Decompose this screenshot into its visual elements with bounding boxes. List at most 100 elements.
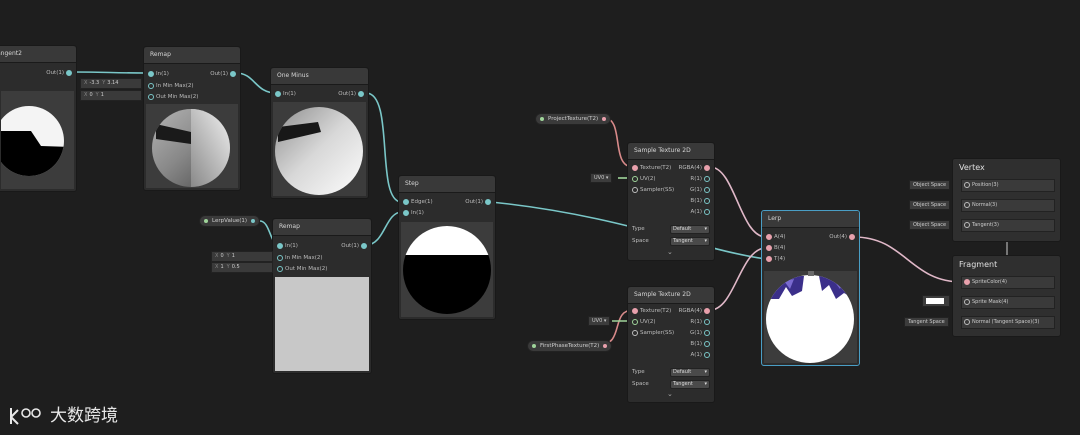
- x-value[interactable]: -3.3: [89, 80, 99, 86]
- input-port-uv[interactable]: UV(2): [630, 174, 656, 184]
- port-pin[interactable]: [403, 198, 409, 205]
- output-port-b[interactable]: B(1): [690, 196, 712, 206]
- port-pin[interactable]: [766, 255, 772, 262]
- remap-out-min-max-field[interactable]: X0Y1: [80, 90, 142, 101]
- vertex-slot-normal[interactable]: Normal(3): [961, 199, 1055, 212]
- output-port-g[interactable]: G(1): [690, 185, 712, 195]
- input-port-in-min-max[interactable]: In Min Max(2): [146, 81, 194, 91]
- output-port-rgba[interactable]: RGBA(4): [679, 306, 712, 316]
- uv-channel-dropdown-2[interactable]: UV0 ▾: [588, 316, 611, 326]
- x-value[interactable]: 1: [220, 264, 223, 270]
- port-pin[interactable]: [632, 307, 638, 314]
- port-pin[interactable]: [403, 209, 409, 216]
- one-minus-node[interactable]: One Minus In(1) Out(1): [270, 67, 369, 199]
- fragment-normal-space[interactable]: Tangent Space: [904, 317, 949, 327]
- input-port-in[interactable]: In(1): [273, 89, 296, 99]
- port-pin[interactable]: [704, 340, 710, 347]
- output-port[interactable]: Out(1): [210, 69, 238, 79]
- port-pin[interactable]: [766, 233, 772, 240]
- first-phase-texture-property[interactable]: FirstPhaseTexture(T2): [527, 340, 613, 352]
- output-port-r[interactable]: R(1): [690, 174, 712, 184]
- input-port-t[interactable]: T(4): [764, 254, 785, 264]
- fragment-slot-sprite-mask[interactable]: Sprite Mask(4): [961, 296, 1055, 309]
- port-pin[interactable]: [632, 318, 638, 325]
- port-pin[interactable]: [632, 186, 638, 193]
- port-pin[interactable]: [964, 221, 970, 228]
- vertex-position-space[interactable]: Object Space: [909, 180, 951, 190]
- lerp-node[interactable]: Lerp A(4) B(4) T(4) Out(4): [761, 210, 860, 366]
- output-port-rgba[interactable]: RGBA(4): [679, 163, 712, 173]
- remap-node[interactable]: Remap In(1) In Min Max(2) Out Min Max(2)…: [143, 46, 241, 191]
- y-value[interactable]: 1: [101, 92, 104, 98]
- input-port-in[interactable]: In(1): [275, 241, 298, 251]
- port-pin[interactable]: [849, 233, 855, 240]
- input-port-texture[interactable]: Texture(T2): [630, 163, 671, 173]
- property-output-pin[interactable]: [602, 117, 607, 121]
- input-port-in[interactable]: In(1): [401, 208, 424, 218]
- space-dropdown[interactable]: Tangent ▾: [670, 380, 710, 389]
- fragment-context[interactable]: Fragment SpriteColor(4) Sprite Mask(4) N…: [952, 255, 1061, 337]
- port-pin[interactable]: [230, 70, 236, 77]
- port-pin[interactable]: [704, 329, 710, 336]
- lerp-value-property[interactable]: LerpValue(1): [199, 215, 260, 227]
- property-output-pin[interactable]: [603, 344, 608, 348]
- type-dropdown[interactable]: Default ▾: [670, 368, 710, 377]
- y-value[interactable]: 3.14: [107, 80, 118, 86]
- output-port[interactable]: Out(4): [829, 232, 857, 242]
- output-port-a[interactable]: A(1): [690, 350, 712, 360]
- space-dropdown[interactable]: Tangent ▾: [670, 237, 710, 246]
- port-pin[interactable]: [964, 278, 970, 285]
- input-port-out-min-max[interactable]: Out Min Max(2): [146, 92, 198, 102]
- output-port[interactable]: Out(1): [465, 197, 493, 207]
- input-port-a[interactable]: A(4): [764, 232, 786, 242]
- port-pin[interactable]: [632, 164, 638, 171]
- remap2-out-min-max-field[interactable]: X 1 Y 0.5: [211, 262, 273, 273]
- x-value[interactable]: 0: [220, 253, 223, 259]
- port-pin[interactable]: [148, 82, 154, 89]
- fragment-slot-normal[interactable]: Normal (Tangent Space)(3): [961, 316, 1055, 329]
- remap-node-2[interactable]: Remap In(1) In Min Max(2) Out Min Max(2)…: [272, 218, 372, 374]
- input-port-edge[interactable]: Edge(1): [401, 197, 433, 207]
- port-pin[interactable]: [485, 198, 491, 205]
- output-port-g[interactable]: G(1): [690, 328, 712, 338]
- vertex-context[interactable]: Vertex Position(3) Normal(3) Tangent(3): [952, 158, 1061, 242]
- collapse-chevron-icon[interactable]: ⌄: [667, 248, 673, 256]
- input-port-uv[interactable]: UV(2): [630, 317, 656, 327]
- port-pin[interactable]: [704, 186, 710, 193]
- port-pin[interactable]: [964, 318, 970, 325]
- port-pin[interactable]: [964, 298, 970, 305]
- port-pin[interactable]: [704, 208, 710, 215]
- port-pin[interactable]: [704, 318, 710, 325]
- port-pin[interactable]: [361, 242, 367, 249]
- output-port[interactable]: Out(1): [338, 89, 366, 99]
- vertex-slot-position[interactable]: Position(3): [961, 179, 1055, 192]
- vertex-normal-space[interactable]: Object Space: [909, 200, 951, 210]
- input-port-texture[interactable]: Texture(T2): [630, 306, 671, 316]
- port-pin[interactable]: [704, 175, 710, 182]
- input-port-in[interactable]: In(1): [146, 69, 169, 79]
- remap2-in-min-max-field[interactable]: X0Y1: [211, 251, 273, 262]
- port-pin[interactable]: [277, 242, 283, 249]
- input-port-in-min-max[interactable]: In Min Max(2): [275, 253, 323, 263]
- port-pin[interactable]: [632, 175, 638, 182]
- vertex-tangent-space[interactable]: Object Space: [909, 220, 951, 230]
- collapse-chevron-icon[interactable]: ⌄: [667, 390, 673, 398]
- port-pin[interactable]: [964, 201, 970, 208]
- input-port-out-min-max[interactable]: Out Min Max(2): [275, 264, 327, 274]
- output-port-b[interactable]: B(1): [690, 339, 712, 349]
- sample-texture-2d-node[interactable]: Sample Texture 2D Texture(T2) UV(2) Samp…: [627, 142, 715, 261]
- port-pin[interactable]: [358, 90, 364, 97]
- sample-texture-2d-node-2[interactable]: Sample Texture 2D Texture(T2) UV(2) Samp…: [627, 286, 715, 403]
- port-pin[interactable]: [148, 70, 154, 77]
- step-node[interactable]: Step Edge(1) In(1) Out(1): [398, 175, 496, 320]
- output-port[interactable]: Out(1): [341, 241, 369, 251]
- port-pin[interactable]: [632, 329, 638, 336]
- input-port-b[interactable]: B(4): [764, 243, 786, 253]
- port-pin[interactable]: [964, 181, 970, 188]
- vertex-slot-tangent[interactable]: Tangent(3): [961, 219, 1055, 232]
- type-dropdown[interactable]: Default ▾: [670, 225, 710, 234]
- remap-in-min-max-field[interactable]: X -3.3 Y 3.14: [80, 78, 142, 89]
- output-port-a[interactable]: A(1): [690, 207, 712, 217]
- port-pin[interactable]: [277, 265, 283, 272]
- tangent-node[interactable]: angent2 Out(1): [0, 45, 77, 192]
